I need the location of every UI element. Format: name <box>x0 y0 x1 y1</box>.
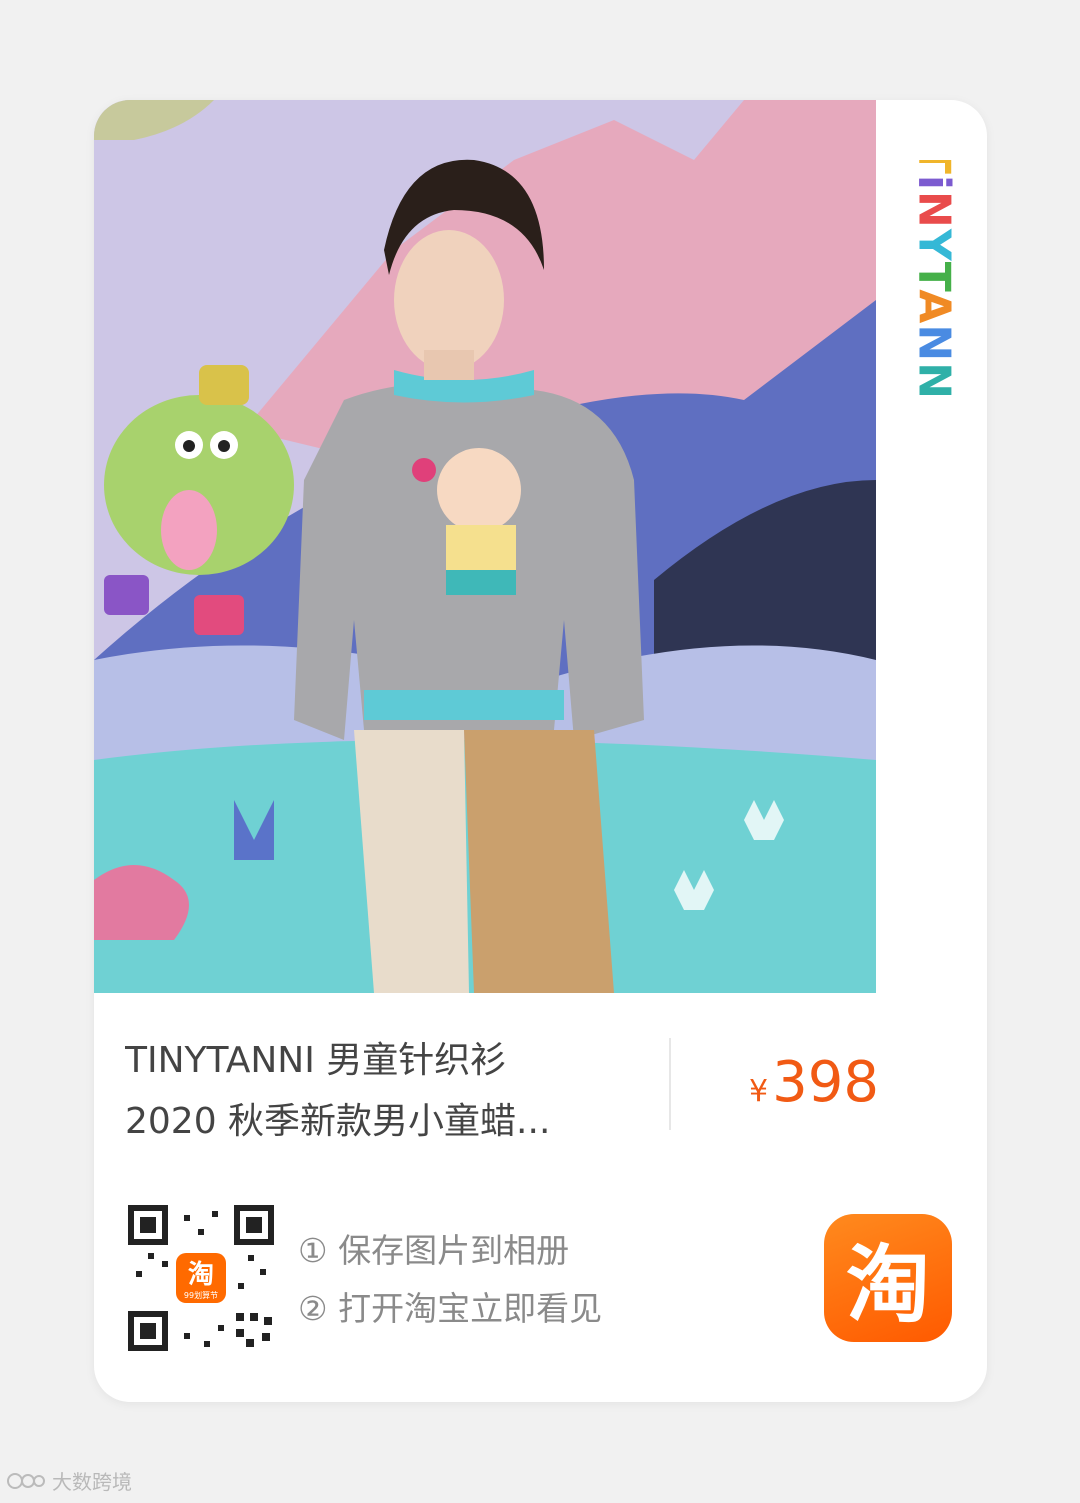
divider <box>669 1038 671 1130</box>
product-title-line1: TINYTANNI 男童针织衫 <box>125 1040 507 1081</box>
brand-letter: A <box>908 289 960 325</box>
price-value: 398 <box>772 1050 879 1115</box>
brand-letter: T <box>909 160 960 175</box>
brand-letter: N <box>908 324 960 363</box>
save-instructions: ① 保存图片到相册 ② 打开淘宝立即看见 <box>298 1222 602 1338</box>
watermark: 大数跨境 <box>6 1466 132 1495</box>
product-photo <box>94 100 876 993</box>
taobao-app-icon[interactable]: 淘 <box>824 1214 952 1342</box>
watermark-text: 大数跨境 <box>52 1470 132 1494</box>
product-share-card: TiNYTANNi TINYTANNI 男童针织衫 2020 秋季新款男小童蜡.… <box>94 100 987 1402</box>
brand-letter: i <box>908 174 960 191</box>
price: ¥398 <box>749 1050 879 1115</box>
brand-letter: N <box>908 190 960 229</box>
qr-badge-char: 淘 <box>188 1260 214 1290</box>
brand-letter: Y <box>908 228 960 262</box>
brand-logo: TiNYTANNi <box>884 160 984 400</box>
qr-badge-sub: 99划算节 <box>184 1290 218 1300</box>
product-title-line2: 2020 秋季新款男小童蜡... <box>125 1101 551 1142</box>
qr-code[interactable]: 淘 99划算节 <box>128 1205 274 1351</box>
step-save-image: ① 保存图片到相册 <box>298 1231 570 1270</box>
brand-letter: T <box>908 261 960 290</box>
taobao-icon-char: 淘 <box>845 1235 930 1334</box>
step-open-taobao: ② 打开淘宝立即看见 <box>298 1289 603 1328</box>
watermark-logo-icon <box>7 1472 45 1489</box>
brand-letter: N <box>908 362 960 400</box>
currency-symbol: ¥ <box>749 1074 769 1109</box>
product-title[interactable]: TINYTANNI 男童针织衫 2020 秋季新款男小童蜡... <box>125 1030 645 1152</box>
